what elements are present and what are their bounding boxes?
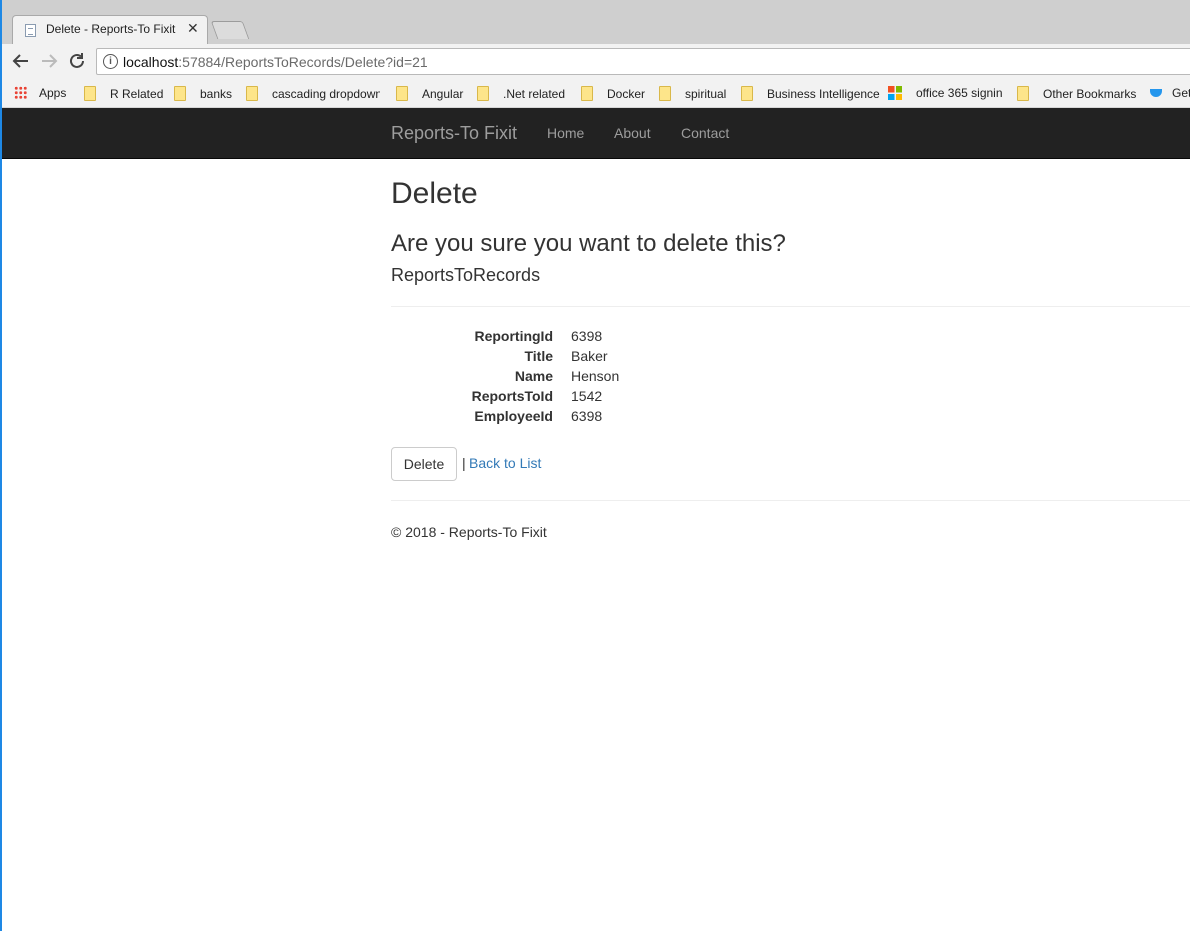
bookmarks-bar: Apps R Related banks cascading dropdown … — [2, 80, 1190, 108]
folder-icon — [396, 86, 408, 101]
nav-about[interactable]: About — [614, 125, 651, 141]
bookmark-get[interactable]: Get — [1150, 86, 1190, 100]
nav-home[interactable]: Home — [547, 125, 584, 141]
new-tab-button[interactable] — [210, 21, 250, 39]
detail-label: EmployeeId — [474, 408, 553, 424]
bookmark-cascading-dropdown[interactable]: cascading dropdown — [246, 86, 380, 101]
bookmark-apps[interactable]: Apps — [14, 86, 66, 100]
detail-row: Title Baker — [391, 347, 691, 367]
divider — [391, 500, 1190, 501]
bookmark-docker[interactable]: Docker — [581, 86, 645, 101]
bookmark-office-365-signin[interactable]: office 365 signin — [888, 86, 1003, 100]
close-icon[interactable]: ✕ — [187, 20, 199, 37]
navbar-brand[interactable]: Reports-To Fixit — [391, 123, 517, 144]
detail-value: 6398 — [571, 328, 603, 344]
bookmark-angular[interactable]: Angular — [396, 86, 463, 101]
detail-label: Title — [524, 348, 553, 364]
folder-icon — [84, 86, 96, 101]
folder-icon — [246, 86, 258, 101]
folder-icon — [174, 86, 186, 101]
folder-icon — [581, 86, 593, 101]
detail-row: ReportingId 6398 — [391, 327, 691, 347]
detail-label: Name — [514, 368, 553, 384]
entity-name: ReportsToRecords — [391, 265, 541, 285]
footer-copyright: © 2018 - Reports-To Fixit — [391, 524, 547, 540]
detail-value: 6398 — [571, 408, 603, 424]
bookmark-r-related[interactable]: R Related — [84, 86, 163, 101]
detail-value: Baker — [571, 348, 608, 364]
back-arrow-icon[interactable] — [12, 52, 30, 73]
page-icon — [25, 24, 36, 37]
nav-contact[interactable]: Contact — [681, 125, 729, 141]
info-icon[interactable]: i — [103, 54, 118, 69]
separator: | — [462, 455, 466, 471]
delete-button[interactable]: Delete — [391, 447, 457, 481]
microsoft-logo-icon — [888, 86, 902, 100]
bookmark-spiritual[interactable]: spiritual — [659, 86, 726, 101]
folder-icon — [741, 86, 753, 101]
url-text: localhost:57884/ReportsToRecords/Delete?… — [123, 54, 428, 70]
back-to-list-link[interactable]: Back to List — [469, 455, 541, 471]
tab-title: Delete - Reports-To Fixit — [46, 22, 176, 36]
details-list: ReportingId 6398 Title Baker Name Henson… — [391, 327, 691, 427]
detail-label: ReportsToId — [471, 388, 553, 404]
detail-value: Henson — [571, 368, 620, 384]
apps-grid-icon — [14, 86, 27, 99]
app-navbar: Reports-To Fixit Home About Contact — [2, 108, 1190, 159]
detail-row: EmployeeId 6398 — [391, 407, 691, 427]
folder-icon — [477, 86, 489, 101]
detail-value: 1542 — [571, 388, 603, 404]
page-title: Delete — [391, 177, 478, 210]
reload-icon[interactable] — [68, 52, 86, 73]
bookmark-other-bookmarks[interactable]: Other Bookmarks — [1017, 86, 1136, 101]
bookmark-banks[interactable]: banks — [174, 86, 232, 101]
detail-label: ReportingId — [474, 328, 553, 344]
detail-row: Name Henson — [391, 367, 691, 387]
address-bar[interactable]: i localhost:57884/ReportsToRecords/Delet… — [96, 48, 1190, 75]
browser-toolbar: i localhost:57884/ReportsToRecords/Delet… — [2, 44, 1190, 80]
docker-whale-icon — [1150, 89, 1162, 97]
detail-row: ReportsToId 1542 — [391, 387, 691, 407]
bookmark-business-intelligence[interactable]: Business Intelligence — [741, 86, 880, 101]
forward-arrow-icon[interactable] — [40, 52, 58, 73]
tab-active[interactable]: Delete - Reports-To Fixit ✕ — [12, 15, 208, 44]
bookmark-net-related[interactable]: .Net related — [477, 86, 565, 101]
confirm-message: Are you sure you want to delete this? — [391, 230, 786, 257]
folder-icon — [1017, 86, 1029, 101]
folder-icon — [659, 86, 671, 101]
tab-strip: Delete - Reports-To Fixit ✕ — [2, 0, 1190, 44]
browser-window: Delete - Reports-To Fixit ✕ i localhost:… — [0, 0, 1190, 931]
divider — [391, 306, 1190, 307]
